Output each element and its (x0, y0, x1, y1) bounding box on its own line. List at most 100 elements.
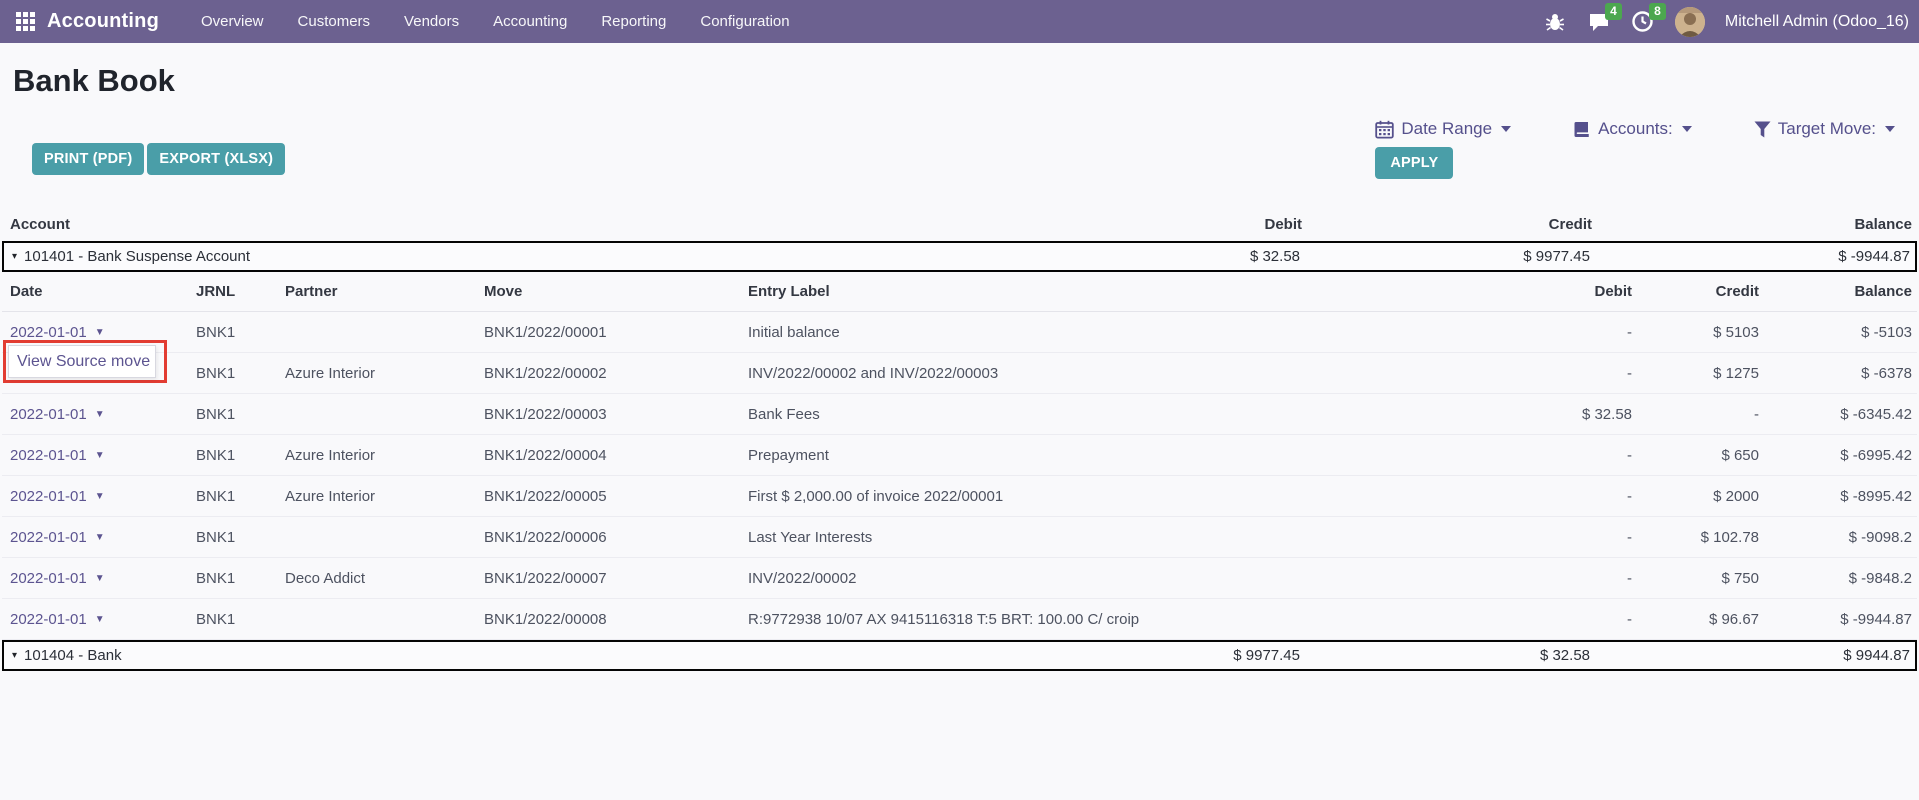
table-row: ▼ BNK1 Azure Interior BNK1/2022/00002 IN… (2, 353, 1917, 394)
cell-debit: - (1450, 488, 1637, 505)
cell-entry-label: INV/2022/00002 (748, 570, 1450, 587)
cell-partner: Azure Interior (285, 365, 484, 382)
date-dropdown-toggle[interactable]: 2022-01-01▼ (2, 529, 196, 546)
cell-move: BNK1/2022/00001 (484, 324, 748, 341)
filters-area: Date Range Accounts: Target Move: APPLY (1375, 119, 1895, 179)
column-header-credit: Credit (1637, 283, 1764, 300)
cell-jrnl: BNK1 (196, 570, 285, 587)
calendar-icon (1375, 120, 1394, 139)
menu-item-customers[interactable]: Customers (298, 13, 371, 30)
target-move-filter-label: Target Move: (1778, 119, 1876, 139)
date-dropdown-toggle[interactable]: 2022-01-01▼ (2, 488, 196, 505)
cell-debit: - (1450, 365, 1637, 382)
cell-partner: Azure Interior (285, 447, 484, 464)
menu-item-accounting[interactable]: Accounting (493, 13, 567, 30)
account-balance: $ -9944.87 (1595, 248, 1915, 265)
user-avatar[interactable] (1675, 7, 1705, 37)
chevron-down-icon: ▼ (95, 614, 105, 625)
cell-jrnl: BNK1 (196, 324, 285, 341)
chevron-down-icon: ▼ (95, 491, 105, 502)
date-dropdown-toggle[interactable]: 2022-01-01▼ (2, 611, 196, 628)
export-buttons: PRINT (PDF) EXPORT (XLSX) (32, 143, 285, 175)
column-header-debit: Debit (1450, 283, 1637, 300)
cell-balance: $ -6378 (1764, 365, 1917, 382)
filter-funnel-icon (1754, 121, 1771, 138)
export-xlsx-button[interactable]: EXPORT (XLSX) (147, 143, 285, 175)
date-dropdown-toggle[interactable]: 2022-01-01▼ (2, 324, 196, 341)
top-navbar: Accounting Overview Customers Vendors Ac… (0, 0, 1919, 43)
activities-clock-icon[interactable]: 8 (1631, 10, 1655, 34)
chevron-down-icon: ▼ (95, 409, 105, 420)
date-dropdown-toggle[interactable]: 2022-01-01▼ (2, 406, 196, 423)
column-header-debit: Debit (1057, 216, 1307, 233)
column-header-jrnl: JRNL (196, 283, 285, 300)
cell-balance: $ -8995.42 (1764, 488, 1917, 505)
date-range-filter[interactable]: Date Range (1375, 119, 1511, 139)
cell-balance: $ -5103 (1764, 324, 1917, 341)
view-source-move-menu-item[interactable]: View Source move (8, 345, 156, 378)
cell-balance: $ -6345.42 (1764, 406, 1917, 423)
apps-grid-icon[interactable] (16, 12, 35, 31)
table-row: 2022-01-01▼ BNK1 BNK1/2022/00003 Bank Fe… (2, 394, 1917, 435)
cell-credit: $ 1275 (1637, 365, 1764, 382)
menu-item-vendors[interactable]: Vendors (404, 13, 459, 30)
user-menu[interactable]: Mitchell Admin (Odoo_16) (1725, 13, 1909, 31)
cell-balance: $ -6995.42 (1764, 447, 1917, 464)
move-lines: 2022-01-01▼ BNK1 BNK1/2022/00001 Initial… (2, 312, 1917, 640)
collapse-caret-icon: ▾ (12, 251, 17, 262)
bank-book-table: Account Debit Credit Balance ▾101401 - B… (2, 207, 1917, 671)
cell-jrnl: BNK1 (196, 365, 285, 382)
date-dropdown-toggle[interactable]: 2022-01-01▼ (2, 570, 196, 587)
book-icon (1573, 120, 1591, 139)
cell-credit: $ 5103 (1637, 324, 1764, 341)
table-row: 2022-01-01▼ BNK1 Deco Addict BNK1/2022/0… (2, 558, 1917, 599)
cell-balance: $ -9098.2 (1764, 529, 1917, 546)
cell-entry-label: Last Year Interests (748, 529, 1450, 546)
menu-item-reporting[interactable]: Reporting (601, 13, 666, 30)
account-credit: $ 32.58 (1305, 647, 1595, 664)
cell-jrnl: BNK1 (196, 447, 285, 464)
cell-entry-label: Initial balance (748, 324, 1450, 341)
cell-jrnl: BNK1 (196, 406, 285, 423)
account-row-101404[interactable]: ▾101404 - Bank $ 9977.45 $ 32.58 $ 9944.… (2, 640, 1917, 671)
app-brand[interactable]: Accounting (47, 10, 159, 33)
column-header-balance: Balance (1597, 216, 1917, 233)
chevron-down-icon: ▼ (95, 573, 105, 584)
activities-badge: 8 (1649, 3, 1666, 20)
cell-jrnl: BNK1 (196, 529, 285, 546)
table-row: 2022-01-01▼ BNK1 Azure Interior BNK1/202… (2, 435, 1917, 476)
print-pdf-button[interactable]: PRINT (PDF) (32, 143, 144, 175)
menu-item-configuration[interactable]: Configuration (700, 13, 789, 30)
messages-badge: 4 (1605, 3, 1622, 20)
main-menu: Overview Customers Vendors Accounting Re… (201, 13, 790, 30)
cell-move: BNK1/2022/00007 (484, 570, 748, 587)
account-debit: $ 32.58 (1055, 248, 1305, 265)
column-header-partner: Partner (285, 283, 484, 300)
target-move-filter[interactable]: Target Move: (1754, 119, 1895, 139)
account-credit: $ 9977.45 (1305, 248, 1595, 265)
cell-credit: $ 2000 (1637, 488, 1764, 505)
apply-button[interactable]: APPLY (1375, 147, 1453, 179)
cell-debit: - (1450, 570, 1637, 587)
cell-entry-label: R:9772938 10/07 AX 9415116318 T:5 BRT: 1… (748, 611, 1450, 628)
column-header-move: Move (484, 283, 748, 300)
date-range-filter-label: Date Range (1401, 119, 1492, 139)
cell-move: BNK1/2022/00006 (484, 529, 748, 546)
filters-row: Date Range Accounts: Target Move: (1375, 119, 1895, 139)
cell-move: BNK1/2022/00003 (484, 406, 748, 423)
date-dropdown-toggle[interactable]: 2022-01-01▼ (2, 447, 196, 464)
chevron-down-icon: ▼ (95, 450, 105, 461)
cell-balance: $ -9848.2 (1764, 570, 1917, 587)
debug-bug-icon[interactable] (1543, 10, 1567, 34)
cell-credit: - (1637, 406, 1764, 423)
messages-icon[interactable]: 4 (1587, 10, 1611, 34)
menu-item-overview[interactable]: Overview (201, 13, 264, 30)
cell-credit: $ 102.78 (1637, 529, 1764, 546)
cell-move: BNK1/2022/00004 (484, 447, 748, 464)
account-row-101401[interactable]: ▾101401 - Bank Suspense Account $ 32.58 … (2, 241, 1917, 272)
navbar-right: 4 8 Mitchell Admin (Odoo_16) (1543, 7, 1909, 37)
cell-move: BNK1/2022/00005 (484, 488, 748, 505)
accounts-filter[interactable]: Accounts: (1573, 119, 1692, 139)
column-header-entry-label: Entry Label (748, 283, 1450, 300)
chevron-down-icon (1501, 126, 1511, 132)
